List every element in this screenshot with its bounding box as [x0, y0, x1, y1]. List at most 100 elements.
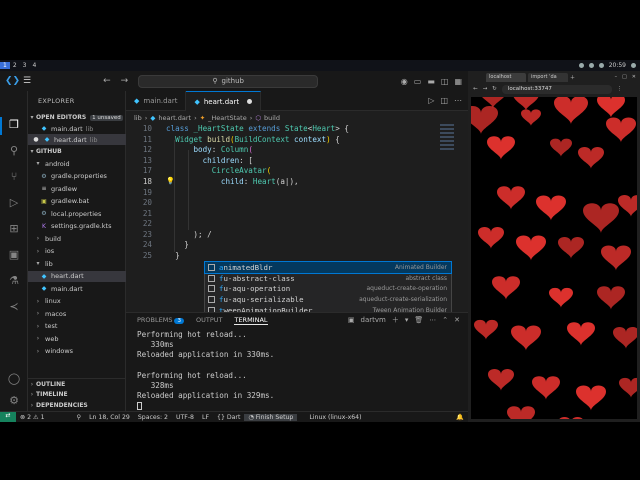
close-icon[interactable]: ✕: [632, 74, 636, 80]
suggestion-item[interactable]: fu-aqu-serializable aqueduct-create-seria…: [205, 294, 451, 305]
code-line[interactable]: }: [166, 251, 180, 260]
code-line[interactable]: CircleAvatar(: [166, 166, 271, 175]
workspace-1[interactable]: 1: [0, 62, 10, 69]
settings-gear-icon[interactable]: ⚙: [6, 393, 22, 409]
unsaved-dot-icon[interactable]: [247, 99, 253, 104]
back-arrow-icon[interactable]: ←: [103, 76, 111, 86]
close-icon[interactable]: ✕: [454, 316, 460, 324]
line-ending[interactable]: LF: [198, 414, 213, 421]
breadcrumb-item[interactable]: lib: [134, 114, 142, 122]
tree-item[interactable]: › build: [28, 233, 126, 244]
tree-item[interactable]: ▾ lib: [28, 258, 126, 269]
tab-main-dart[interactable]: ◆ main.dart: [126, 91, 187, 111]
layout-icon[interactable]: ▭: [414, 77, 422, 86]
zoom-icon[interactable]: ⚲: [73, 414, 86, 421]
code-line[interactable]: }: [166, 240, 189, 249]
remote-icon[interactable]: ⇄: [0, 411, 16, 422]
indentation[interactable]: Spaces: 2: [134, 414, 172, 421]
code-line[interactable]: children: [: [166, 156, 253, 165]
tab-output[interactable]: OUTPUT: [196, 316, 223, 324]
browser-tab[interactable]: localhost: [486, 72, 526, 82]
dependencies-section[interactable]: › DEPENDENCIES: [28, 400, 126, 411]
minimize-icon[interactable]: –: [615, 74, 618, 80]
volume-icon[interactable]: [588, 63, 594, 68]
testing-icon[interactable]: ⚗: [6, 273, 22, 289]
more-actions-icon[interactable]: ⋯: [454, 96, 462, 105]
address-bar[interactable]: localhost:33747: [501, 84, 612, 94]
terminal-output[interactable]: Performing hot reload... 330ms Reloaded a…: [126, 327, 468, 412]
search-icon[interactable]: ⚲: [6, 143, 22, 159]
tree-item[interactable]: › web: [28, 333, 126, 344]
extensions-icon[interactable]: ⊞: [6, 221, 22, 237]
network-icon[interactable]: [578, 63, 584, 68]
forward-arrow-icon[interactable]: →: [483, 86, 488, 92]
cursor-position[interactable]: Ln 18, Col 29: [85, 414, 134, 421]
layout-split-icon[interactable]: ◫: [441, 77, 449, 86]
tree-item[interactable]: › windows: [28, 346, 126, 357]
workspace-2[interactable]: 2: [10, 62, 20, 69]
timeline-section[interactable]: › TIMELINE: [28, 389, 126, 400]
tree-item[interactable]: ◆ heart.dart: [28, 270, 126, 282]
tree-item[interactable]: ≡ gradlew: [28, 183, 126, 194]
tree-item[interactable]: ⚙ gradle.properties: [28, 171, 126, 182]
code-line[interactable]: child: Heart(a|),: [166, 177, 299, 186]
code-line[interactable]: Widget build(BuildContext context) {: [166, 135, 340, 144]
add-terminal-icon[interactable]: ＋: [392, 315, 399, 325]
customize-layout-icon[interactable]: ▦: [454, 77, 462, 86]
open-editor-item[interactable]: ◆ main.dart lib: [28, 123, 126, 134]
finish-setup-button[interactable]: ◔ Finish Setup: [244, 413, 298, 421]
open-editor-item[interactable]: ● ◆ heart.dart lib: [28, 134, 126, 145]
suggestion-item[interactable]: animatedBldr Animated Builder: [204, 261, 452, 274]
tree-item[interactable]: ◆ main.dart: [28, 283, 126, 294]
tab-heart-dart[interactable]: ◆ heart.dart: [186, 91, 262, 111]
breadcrumb-item[interactable]: build: [264, 114, 280, 122]
code-line[interactable]: body: Column(: [166, 145, 252, 154]
new-tab-icon[interactable]: ＋: [570, 74, 575, 81]
tree-item[interactable]: › linux: [28, 296, 126, 307]
remote-explorer-icon[interactable]: ▣: [6, 247, 22, 263]
code-line[interactable]: ); /: [166, 230, 211, 239]
breadcrumb-item[interactable]: heart.dart: [158, 114, 191, 122]
reload-icon[interactable]: ↻: [492, 86, 497, 92]
chevron-down-icon[interactable]: ▾: [405, 316, 409, 324]
outline-section[interactable]: › OUTLINE: [28, 378, 126, 389]
power-icon[interactable]: [631, 63, 636, 68]
run-icon[interactable]: ▷: [428, 96, 434, 105]
encoding[interactable]: UTF-8: [172, 414, 198, 421]
trash-icon[interactable]: 🗑: [414, 316, 423, 324]
tab-terminal[interactable]: TERMINAL: [234, 316, 268, 325]
battery-icon[interactable]: [598, 63, 604, 68]
open-editors-header[interactable]: ▾ OPEN EDITORS 1 unsaved: [28, 112, 126, 123]
maximize-icon[interactable]: □: [622, 74, 627, 80]
account-icon[interactable]: ◯: [6, 371, 22, 387]
browser-tab[interactable]: import 'da: [528, 72, 568, 82]
suggestion-item[interactable]: fu-aqu-operation aqueduct-create-operatio…: [205, 284, 451, 295]
tree-item[interactable]: ▣ gradlew.bat: [28, 196, 126, 207]
forward-arrow-icon[interactable]: →: [121, 76, 129, 86]
workspace-3[interactable]: 3: [20, 62, 30, 69]
flutter-icon[interactable]: ≺: [6, 299, 22, 315]
command-center-search[interactable]: ⚲ github: [138, 74, 319, 88]
copilot-icon[interactable]: ◉: [401, 77, 408, 86]
source-control-icon[interactable]: ⑂: [6, 169, 22, 185]
back-arrow-icon[interactable]: ←: [473, 86, 478, 92]
suggestion-item[interactable]: fu-abstract-class abstract class: [205, 273, 451, 284]
chevron-up-icon[interactable]: ⌃: [442, 316, 448, 324]
layout-panel-icon[interactable]: ▬: [427, 77, 435, 86]
split-editor-icon[interactable]: ◫: [440, 96, 448, 105]
hamburger-icon[interactable]: ☰: [23, 76, 31, 86]
workspace-4[interactable]: 4: [29, 62, 39, 69]
project-header[interactable]: ▾ GITHUB: [28, 146, 126, 157]
explorer-icon[interactable]: ❐: [6, 117, 22, 133]
tree-item[interactable]: ⚙ local.properties: [28, 208, 126, 219]
tree-item[interactable]: › macos: [28, 308, 126, 319]
code-line[interactable]: class _HeartState extends State<Heart> {: [166, 124, 349, 133]
terminal-shell-label[interactable]: dartvm: [361, 316, 386, 324]
minimap[interactable]: [440, 124, 454, 164]
tree-item[interactable]: Ksettings.gradle.kts: [28, 221, 126, 232]
tree-item[interactable]: › test: [28, 321, 126, 332]
problems-status[interactable]: ⊗ 2 ⚠ 1: [16, 414, 49, 421]
breadcrumb-item[interactable]: _HeartState: [208, 114, 247, 122]
flutter-device[interactable]: Linux (linux-x64): [305, 414, 365, 421]
tab-problems[interactable]: PROBLEMS 3: [137, 316, 184, 324]
